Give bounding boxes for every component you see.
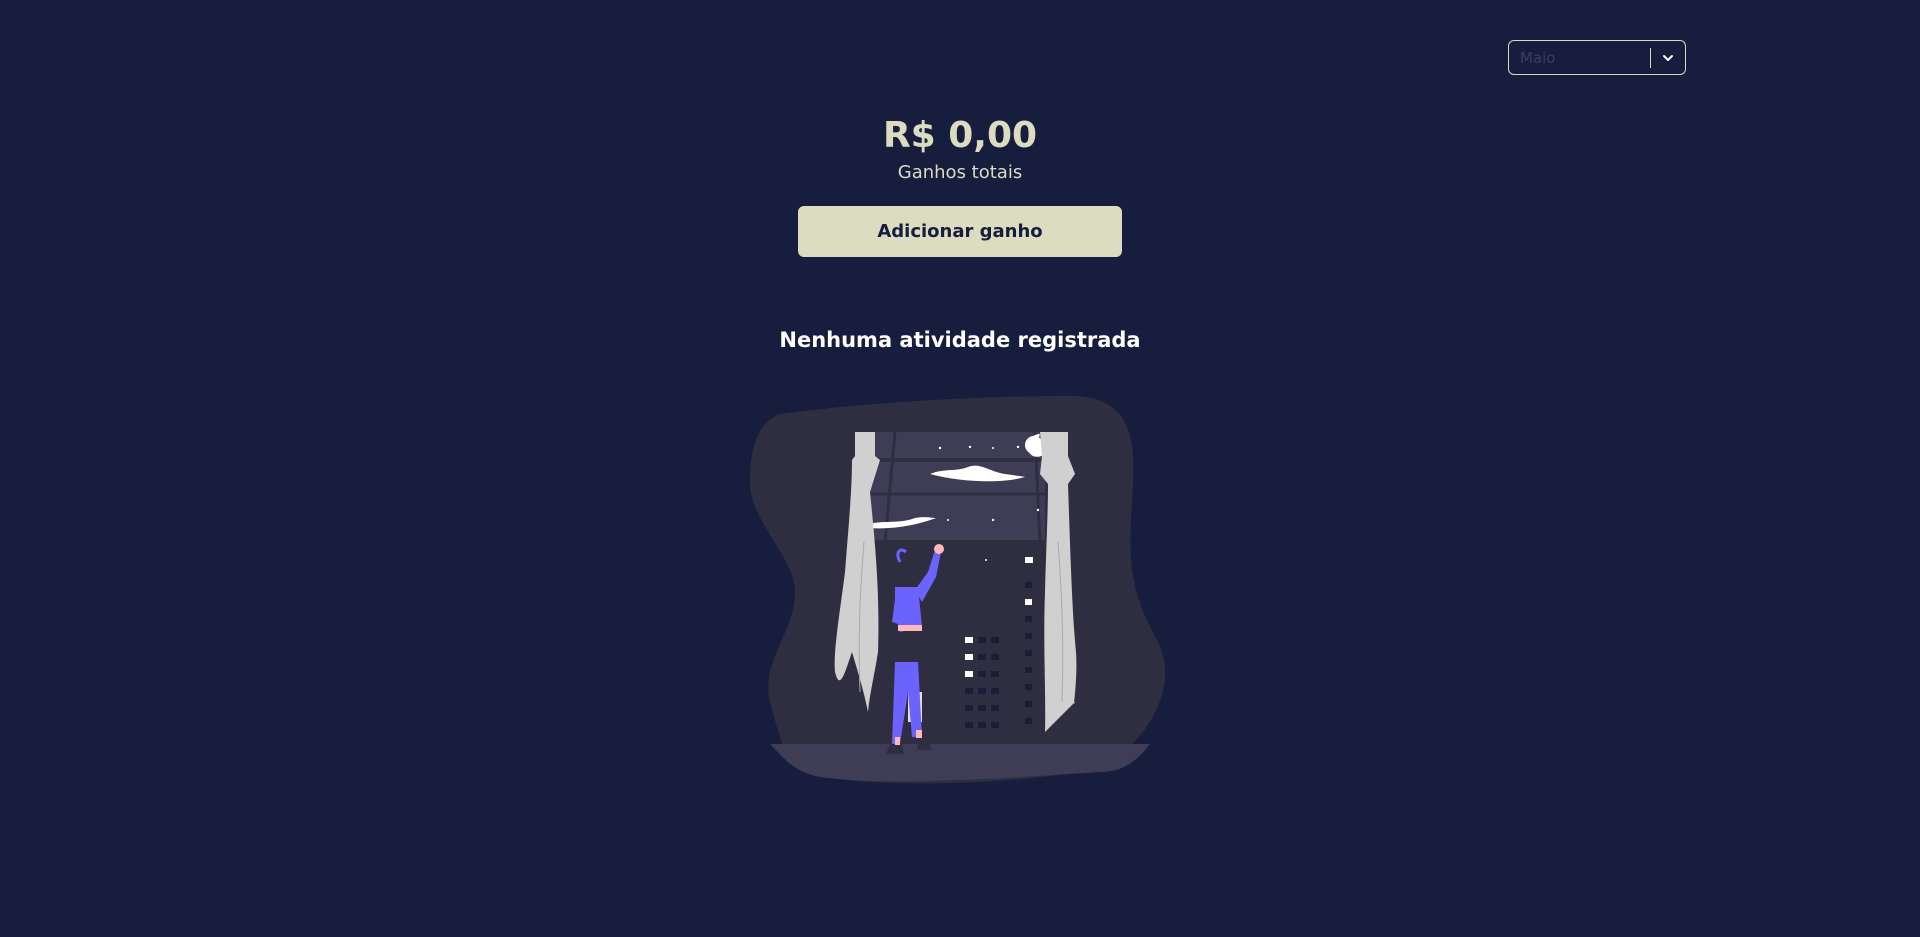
chevron-down-icon[interactable] [1651,53,1685,63]
building [1008,552,1045,744]
night-window-illustration [750,396,1166,784]
floor [770,744,1150,782]
month-select-value: Maio [1520,48,1556,67]
empty-state-title: Nenhuma atividade registrada [779,328,1141,352]
right-curtain [1040,432,1077,732]
month-select[interactable]: Maio [1508,40,1686,75]
earnings-summary: R$ 0,00 Ganhos totais [0,110,1920,184]
add-earning-button[interactable]: Adicionar ganho [798,206,1122,257]
earnings-page: Maio R$ 0,00 Ganhos totais Adicionar gan… [0,0,1920,937]
total-earnings-value: R$ 0,00 [882,115,1038,156]
total-earnings-label: Ganhos totais [897,162,1023,183]
